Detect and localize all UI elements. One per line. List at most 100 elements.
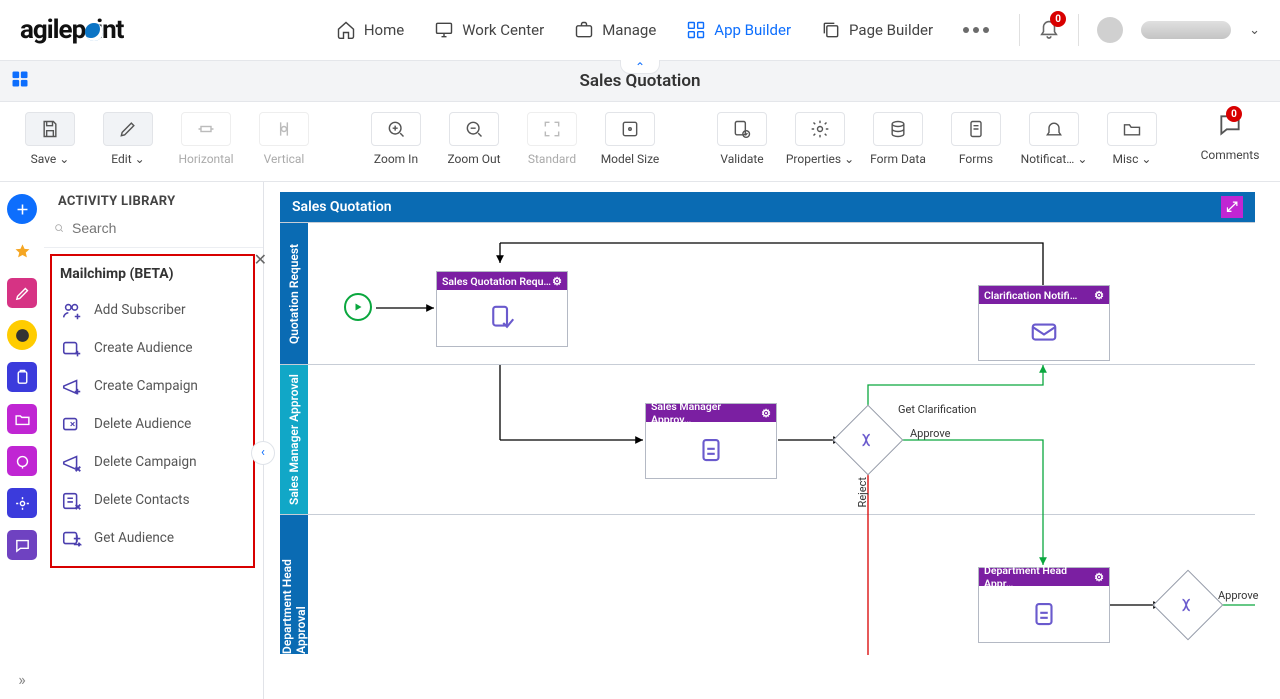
toolbar: Save⌄ Edit⌄ Horizontal Vertical Zoom In … (0, 102, 1280, 182)
gear-icon[interactable]: ⚙ (1094, 571, 1104, 584)
activity-label: Create Audience (94, 341, 193, 357)
nav-more[interactable] (963, 27, 989, 33)
gear-icon[interactable]: ⚙ (1094, 289, 1104, 302)
search-icon (54, 219, 64, 237)
user-name[interactable] (1141, 21, 1231, 39)
logo: agilepint (20, 15, 123, 45)
clipboard-icon (14, 369, 31, 386)
collapse-handle[interactable]: ⌃ (620, 60, 660, 74)
rail-folder[interactable] (7, 404, 37, 434)
delete-contacts-icon (60, 490, 84, 512)
node-department-head-approval[interactable]: Department Head Appr…⚙ (978, 567, 1110, 643)
node-clarification-notification[interactable]: Clarification Notifi…⚙ (978, 285, 1110, 361)
copy-icon (821, 20, 841, 40)
main-area: » ACTIVITY LIBRARY ✕ Mailchimp (BETA) Ad… (0, 182, 1280, 699)
comments-button[interactable]: 0 Comments (1198, 112, 1262, 162)
get-audience-icon (60, 528, 84, 550)
rail-expand[interactable]: » (18, 670, 26, 689)
edge-label: Approve (910, 427, 950, 440)
vertical-button[interactable]: Vertical (252, 112, 316, 166)
nav-work-center[interactable]: Work Center (434, 20, 544, 40)
plus-icon (14, 201, 31, 218)
lane-label: Department Head Approval (280, 515, 308, 654)
chevron-down-icon: ⌄ (1077, 152, 1087, 166)
validate-icon (732, 119, 752, 139)
nav-app-builder[interactable]: App Builder (686, 20, 791, 40)
activity-create-campaign[interactable]: Create Campaign (52, 368, 253, 406)
misc-button[interactable]: Misc⌄ (1100, 112, 1164, 166)
activity-delete-campaign[interactable]: Delete Campaign (52, 444, 253, 482)
rail-clipboard[interactable] (7, 362, 37, 392)
mailchimp-icon (14, 327, 31, 344)
lane-label: Quotation Request (280, 223, 308, 364)
lane-label: Sales Manager Approval (280, 365, 308, 514)
activity-library-panel: ACTIVITY LIBRARY ✕ Mailchimp (BETA) Add … (44, 182, 264, 699)
notifications-button[interactable]: 0 (1038, 17, 1060, 43)
create-campaign-icon (60, 376, 84, 398)
notifications-toolbar-button[interactable]: Notificat…⌄ (1022, 112, 1086, 166)
rail-edit[interactable] (7, 278, 37, 308)
pencil-icon (118, 119, 138, 139)
rail-monitor[interactable] (7, 446, 37, 476)
bell-icon (1044, 119, 1064, 139)
activity-delete-contacts[interactable]: Delete Contacts (52, 482, 253, 520)
save-button[interactable]: Save⌄ (18, 112, 82, 166)
standard-button[interactable]: Standard (520, 112, 584, 166)
start-node[interactable] (344, 293, 372, 321)
node-sales-quotation-request[interactable]: Sales Quotation Requ…⚙ (436, 271, 568, 347)
left-rail: » (0, 182, 44, 699)
zoom-out-button[interactable]: Zoom Out (442, 112, 506, 166)
activity-create-audience[interactable]: Create Audience (52, 330, 253, 368)
nav-manage[interactable]: Manage (574, 20, 656, 40)
horizontal-button[interactable]: Horizontal (174, 112, 238, 166)
rail-add[interactable] (7, 194, 37, 224)
star-icon (14, 243, 31, 260)
activity-add-subscriber[interactable]: Add Subscriber (52, 292, 253, 330)
panel-search[interactable] (44, 215, 263, 248)
align-vertical-icon (274, 119, 294, 139)
nav-page-builder-label: Page Builder (849, 21, 933, 39)
edit-button[interactable]: Edit⌄ (96, 112, 160, 166)
apps-grid-button[interactable] (10, 69, 30, 93)
group-title: Mailchimp (BETA) (52, 256, 253, 292)
gear-icon[interactable]: ⚙ (552, 275, 562, 288)
activity-delete-audience[interactable]: Delete Audience (52, 406, 253, 444)
activity-get-audience[interactable]: Get Audience (52, 520, 253, 558)
fit-standard-icon (542, 119, 562, 139)
edge-label: Approve (1218, 589, 1258, 602)
nav-work-center-label: Work Center (462, 21, 544, 39)
forms-button[interactable]: Forms (944, 112, 1008, 166)
briefcase-icon (574, 20, 594, 40)
forms-icon (966, 119, 986, 139)
gateway-1[interactable] (833, 405, 904, 476)
workflow-title: Sales Quotation (292, 199, 392, 215)
nav-manage-label: Manage (602, 21, 656, 39)
chevron-down-icon: ⌄ (844, 152, 854, 166)
clipboard-icon (696, 435, 726, 465)
avatar[interactable] (1097, 17, 1123, 43)
canvas[interactable]: Sales Quotation ⤢ Quotation Request (264, 182, 1280, 699)
nav-home[interactable]: Home (336, 20, 404, 40)
properties-button[interactable]: Properties⌄ (788, 112, 852, 166)
gear-icon[interactable]: ⚙ (761, 407, 771, 420)
search-input[interactable] (72, 220, 253, 236)
node-sales-manager-approval[interactable]: Sales Manager Approv…⚙ (645, 403, 777, 479)
workflow-expand-icon[interactable]: ⤢ (1221, 196, 1243, 218)
nav-page-builder[interactable]: Page Builder (821, 20, 933, 40)
model-size-button[interactable]: Model Size (598, 112, 662, 166)
activity-label: Create Campaign (94, 379, 198, 395)
form-data-button[interactable]: Form Data (866, 112, 930, 166)
user-menu-caret[interactable]: ⌄ (1249, 23, 1260, 38)
zoom-in-button[interactable]: Zoom In (364, 112, 428, 166)
rail-favorites[interactable] (7, 236, 37, 266)
gateway-2[interactable] (1153, 570, 1224, 641)
rail-mailchimp[interactable] (7, 320, 37, 350)
activity-group-mailchimp: Mailchimp (BETA) Add Subscriber Create A… (50, 254, 255, 568)
delete-audience-icon (60, 414, 84, 436)
rail-chat[interactable] (7, 530, 37, 560)
nav-home-label: Home (364, 21, 404, 39)
save-icon (40, 119, 60, 139)
rail-settings[interactable] (7, 488, 37, 518)
validate-button[interactable]: Validate (710, 112, 774, 166)
top-nav: agilepint Home Work Center Manage App Bu… (0, 0, 1280, 60)
